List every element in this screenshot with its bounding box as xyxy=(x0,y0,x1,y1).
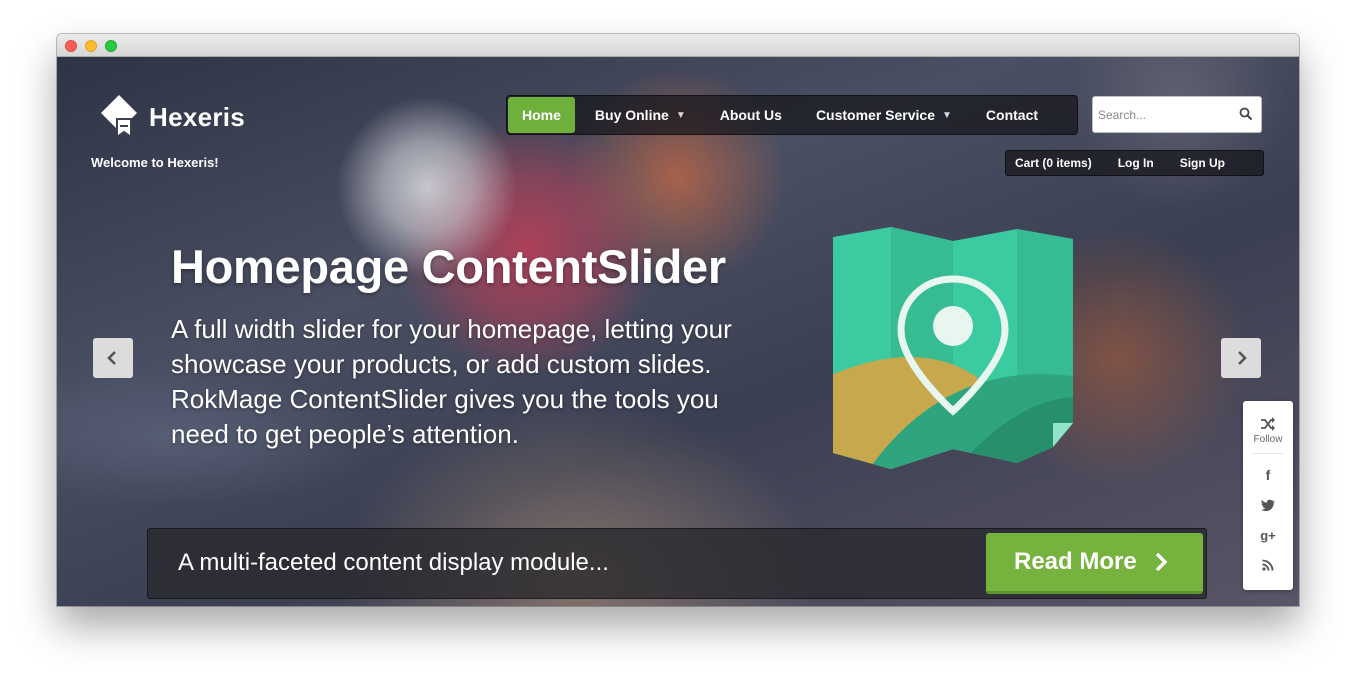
chevron-right-icon xyxy=(1238,351,1247,365)
slide-caption: A multi-faceted content display module..… xyxy=(178,549,609,576)
nav-item-home[interactable]: Home xyxy=(508,97,575,133)
social-follow-bar: Follow f g+ xyxy=(1243,401,1293,590)
main-navigation: Home Buy Online ▼ About Us Customer Serv… xyxy=(506,95,1078,135)
hexeris-logo-icon xyxy=(101,95,137,139)
search-box xyxy=(1092,96,1262,133)
close-window-button[interactable] xyxy=(65,40,77,52)
chevron-down-icon: ▼ xyxy=(675,109,686,121)
chevron-left-icon xyxy=(107,351,116,365)
window-titlebar xyxy=(57,34,1299,57)
nav-item-about-us[interactable]: About Us xyxy=(706,97,796,133)
google-plus-icon[interactable]: g+ xyxy=(1243,528,1293,543)
nav-item-buy-online[interactable]: Buy Online ▼ xyxy=(581,97,700,133)
slide-title: Homepage ContentSlider xyxy=(171,240,726,293)
chevron-down-icon: ▼ xyxy=(942,109,952,121)
browser-window: Hexeris Welcome to Hexeris! Home Buy Onl… xyxy=(57,34,1299,606)
nav-item-label: Customer Service xyxy=(815,107,935,123)
slider-next-button[interactable] xyxy=(1221,338,1261,378)
cart-link[interactable]: Cart (0 items) xyxy=(1015,156,1092,170)
minimize-window-button[interactable] xyxy=(85,40,97,52)
nav-item-label: Buy Online xyxy=(594,107,669,123)
slide-caption-bar: A multi-faceted content display module..… xyxy=(147,528,1207,599)
divider xyxy=(1253,453,1283,454)
login-link[interactable]: Log In xyxy=(1118,156,1154,170)
chevron-right-icon xyxy=(1155,552,1168,572)
slide-description: A full width slider for your homepage, l… xyxy=(171,314,732,449)
twitter-icon[interactable] xyxy=(1243,498,1293,514)
map-pin-illustration xyxy=(833,227,1073,469)
nav-item-contact[interactable]: Contact xyxy=(972,97,1052,133)
site-name: Hexeris xyxy=(149,101,246,132)
page-viewport: Hexeris Welcome to Hexeris! Home Buy Onl… xyxy=(57,57,1299,606)
nav-item-customer-service[interactable]: Customer Service ▼ xyxy=(802,97,966,133)
search-icon[interactable] xyxy=(1239,107,1253,121)
nav-item-label: About Us xyxy=(719,107,782,123)
shuffle-icon[interactable] xyxy=(1260,417,1276,431)
rss-icon[interactable] xyxy=(1243,558,1293,574)
nav-item-label: Home xyxy=(522,107,561,123)
slider-prev-button[interactable] xyxy=(93,338,133,378)
follow-label: Follow xyxy=(1253,434,1283,445)
signup-link[interactable]: Sign Up xyxy=(1180,156,1225,170)
search-input[interactable] xyxy=(1093,97,1238,132)
user-links-bar: Cart (0 items) Log In Sign Up xyxy=(1005,150,1264,176)
facebook-icon[interactable]: f xyxy=(1243,467,1293,483)
site-logo[interactable]: Hexeris xyxy=(93,91,245,143)
read-more-button[interactable]: Read More xyxy=(986,533,1203,594)
welcome-message: Welcome to Hexeris! xyxy=(91,155,219,170)
zoom-window-button[interactable] xyxy=(105,40,117,52)
nav-item-label: Contact xyxy=(985,107,1039,123)
read-more-label: Read More xyxy=(1014,548,1137,575)
